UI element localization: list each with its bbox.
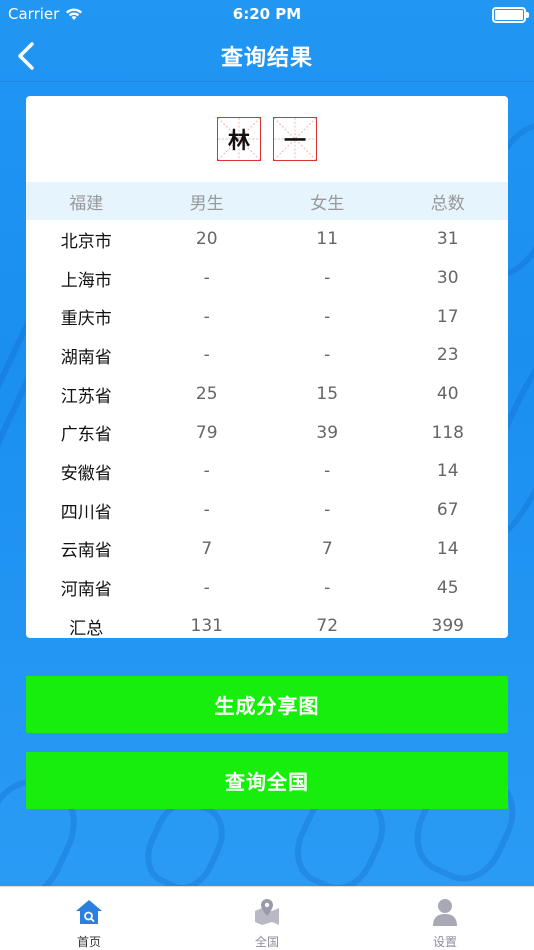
cell-male: 131 <box>190 616 223 637</box>
table-row: 云南省 7 7 14 <box>26 530 508 569</box>
table-row: 湖南省 - - 23 <box>26 336 508 375</box>
tab-label: 首页 <box>76 935 101 949</box>
tab-national[interactable]: 全国 <box>178 887 356 950</box>
header-total: 总数 <box>430 193 465 214</box>
cell-male: - <box>203 345 210 366</box>
table-row-summary: 汇总 131 72 399 <box>26 607 508 638</box>
table-row: 四川省 - - 67 <box>26 491 508 530</box>
table-row: 安徽省 - - 14 <box>26 452 508 491</box>
cell-total: 14 <box>436 461 459 482</box>
table-body: 北京市 20 11 31 上海市 - - 30 重庆市 - - 17 湖南省 -… <box>26 220 508 638</box>
cell-region: 上海市 <box>60 270 112 291</box>
table-row: 上海市 - - 30 <box>26 259 508 298</box>
tab-settings[interactable]: 设置 <box>356 887 534 950</box>
cell-region: 四川省 <box>60 502 112 523</box>
table-row: 重庆市 - - 17 <box>26 297 508 336</box>
cell-female: 15 <box>316 384 339 405</box>
cell-total: 118 <box>431 422 464 443</box>
cell-female: - <box>324 461 331 482</box>
header-province: 福建 <box>69 193 104 214</box>
table-row: 江苏省 25 15 40 <box>26 375 508 414</box>
cell-total: 31 <box>436 229 459 250</box>
cell-total: 67 <box>436 500 459 521</box>
table-header: 福建 男生 女生 总数 <box>26 182 508 220</box>
tab-home[interactable]: 首页 <box>0 887 178 950</box>
table-row: 广东省 79 39 118 <box>26 413 508 452</box>
cell-region: 安徽省 <box>60 463 112 484</box>
map-pin-icon <box>255 899 279 925</box>
name-char: 一 <box>283 129 306 154</box>
home-search-icon <box>76 900 102 924</box>
name-char-box: 一 <box>273 117 317 161</box>
cell-total: 40 <box>436 384 459 405</box>
cell-female: - <box>324 500 331 521</box>
cell-region: 北京市 <box>60 231 112 252</box>
cell-region: 汇总 <box>69 618 104 638</box>
cell-male: - <box>203 461 210 482</box>
generate-share-image-button[interactable]: 生成分享图 <box>26 676 508 733</box>
cell-male: 25 <box>195 384 218 405</box>
cell-female: - <box>324 268 331 289</box>
cell-female: 11 <box>316 229 339 250</box>
cell-region: 广东省 <box>60 425 112 446</box>
cell-total: 30 <box>436 268 459 289</box>
header-male: 男生 <box>189 193 224 214</box>
name-char-box: 林 <box>217 117 261 161</box>
clock: 6:20 PM <box>232 5 302 23</box>
cell-region: 云南省 <box>60 541 112 562</box>
cell-male: - <box>203 306 210 327</box>
query-national-button[interactable]: 查询全国 <box>26 752 508 809</box>
cell-total: 399 <box>431 616 464 637</box>
tab-bar: 首页 全国 设置 <box>0 886 534 950</box>
cell-total: 45 <box>436 577 459 598</box>
result-card: 林 一 福建 男生 女生 总数 北京市 20 11 31 上海市 - - 30 … <box>26 96 508 638</box>
cell-total: 14 <box>436 538 459 559</box>
cell-region: 湖南省 <box>60 347 112 368</box>
name-char: 林 <box>227 129 250 154</box>
cell-female: - <box>324 577 331 598</box>
navigation-bar: 查询结果 <box>0 30 534 82</box>
status-bar: Carrier 6:20 PM <box>0 0 534 30</box>
cell-female: 39 <box>316 422 339 443</box>
cell-total: 23 <box>436 345 459 366</box>
cell-female: 72 <box>316 616 339 637</box>
cell-region: 河南省 <box>60 580 112 601</box>
cell-male: - <box>203 268 210 289</box>
cell-male: - <box>203 500 210 521</box>
table-row: 北京市 20 11 31 <box>26 220 508 259</box>
tab-label: 设置 <box>432 935 457 949</box>
cell-total: 17 <box>436 306 459 327</box>
cell-male: 7 <box>201 538 213 559</box>
user-icon <box>433 899 457 926</box>
tab-label: 全国 <box>254 935 279 949</box>
cell-female: 7 <box>321 538 333 559</box>
back-button[interactable] <box>12 38 42 74</box>
table-row: 河南省 - - 45 <box>26 568 508 607</box>
page-title: 查询结果 <box>220 45 313 71</box>
name-display: 林 一 <box>26 96 508 182</box>
chevron-left-icon <box>18 42 34 70</box>
cell-male: 79 <box>195 422 218 443</box>
cell-region: 江苏省 <box>60 386 112 407</box>
battery-icon <box>492 7 529 23</box>
header-female: 女生 <box>310 193 345 214</box>
cell-male: 20 <box>195 229 218 250</box>
cell-male: - <box>203 577 210 598</box>
cell-region: 重庆市 <box>60 309 112 330</box>
cell-female: - <box>324 345 331 366</box>
cell-female: - <box>324 306 331 327</box>
